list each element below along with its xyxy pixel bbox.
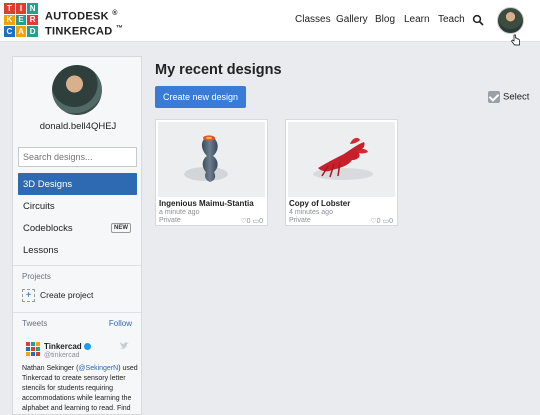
create-new-design-button[interactable]: Create new design [155, 86, 246, 108]
twitter-bird-icon[interactable] [120, 342, 129, 350]
tweet-text-end: ) used Tinkercad to create sensory lette… [22, 365, 138, 412]
projects-heading: Projects [22, 272, 51, 281]
sidebar: donald.bell4QHEJ 3D Designs Circuits Cod… [12, 56, 143, 415]
tinkercad-tweet-logo-icon[interactable] [26, 342, 40, 356]
search-designs-input[interactable] [18, 147, 137, 167]
design-time: a minute ago [159, 209, 200, 216]
new-badge: NEW [111, 223, 131, 233]
user-avatar-menu[interactable] [497, 7, 524, 34]
sidebar-item-3d-designs[interactable]: 3D Designs [18, 173, 137, 195]
nav-blog[interactable]: Blog [375, 14, 395, 25]
follow-link[interactable]: Follow [109, 319, 132, 328]
likes-count: 0 [376, 218, 381, 225]
tweets-heading: Tweets [22, 319, 48, 328]
plus-icon: + [22, 289, 35, 302]
create-project-button[interactable]: + Create project [22, 289, 93, 303]
profile-avatar[interactable] [52, 65, 102, 115]
top-header: T I N K E R C A D AUTODESK ® TINKERCAD ™… [0, 0, 540, 46]
design-thumbnail[interactable] [158, 122, 265, 197]
create-project-label: Create project [40, 289, 94, 300]
design-card[interactable]: Copy of Lobster 4 minutes ago Private ♡0… [285, 119, 398, 226]
logo-tile: I [15, 3, 27, 14]
select-toggle[interactable]: Select [488, 91, 529, 104]
search-icon[interactable] [472, 14, 484, 26]
design-stats: ♡0 ▭0 [240, 217, 263, 225]
select-label: Select [503, 91, 530, 103]
design-privacy: Private [159, 217, 181, 224]
design-thumbnail[interactable] [288, 122, 395, 197]
tweet-author-name: Tinkercad [44, 342, 82, 351]
tweet-text: Nathan Sekinger (@SekingerN) used Tinker… [22, 364, 140, 414]
sidebar-item-codeblocks[interactable]: Codeblocks NEW [18, 217, 137, 239]
design-time: 4 minutes ago [289, 209, 333, 216]
sidebar-item-label: Codeblocks [23, 223, 73, 234]
logo-tile: T [4, 3, 15, 14]
design-title[interactable]: Ingenious Maimu-Stantia [159, 199, 254, 208]
sidebar-item-circuits[interactable]: Circuits [18, 195, 137, 217]
logo-tile: N [27, 3, 38, 14]
tweet-text-start: Nathan Sekinger ( [22, 365, 79, 372]
design-title[interactable]: Copy of Lobster [289, 199, 350, 208]
select-checkbox[interactable] [488, 91, 500, 103]
nav-classes[interactable]: Classes [295, 14, 331, 25]
sidebar-item-label: Circuits [23, 201, 55, 212]
verified-icon [83, 343, 91, 351]
comments-count: 0 [389, 218, 393, 225]
design-card[interactable]: Ingenious Maimu-Stantia a minute ago Pri… [155, 119, 268, 226]
design-privacy: Private [289, 217, 311, 224]
username: donald.bell4QHEJ [39, 121, 117, 132]
hand-cursor-icon [511, 34, 520, 46]
tweet-mention-link[interactable]: @SekingerN [78, 365, 118, 372]
design-stats: ♡0 ▭0 [370, 217, 393, 225]
comments-count: 0 [259, 218, 263, 225]
divider [13, 265, 143, 266]
main-nav: Classes Gallery Blog Learn Teach [0, 14, 540, 28]
sidebar-item-label: 3D Designs [23, 179, 73, 190]
tweet-author[interactable]: Tinkercad [44, 342, 91, 351]
tweet-handle[interactable]: @tinkercad [44, 352, 80, 359]
sidebar-item-lessons[interactable]: Lessons [18, 239, 137, 261]
nav-learn[interactable]: Learn [404, 14, 430, 25]
sidebar-item-label: Lessons [23, 245, 59, 256]
nav-gallery[interactable]: Gallery [336, 14, 368, 25]
divider [13, 312, 143, 313]
nav-teach[interactable]: Teach [438, 14, 465, 25]
likes-count: 0 [246, 218, 251, 225]
page-title: My recent designs [155, 62, 282, 78]
